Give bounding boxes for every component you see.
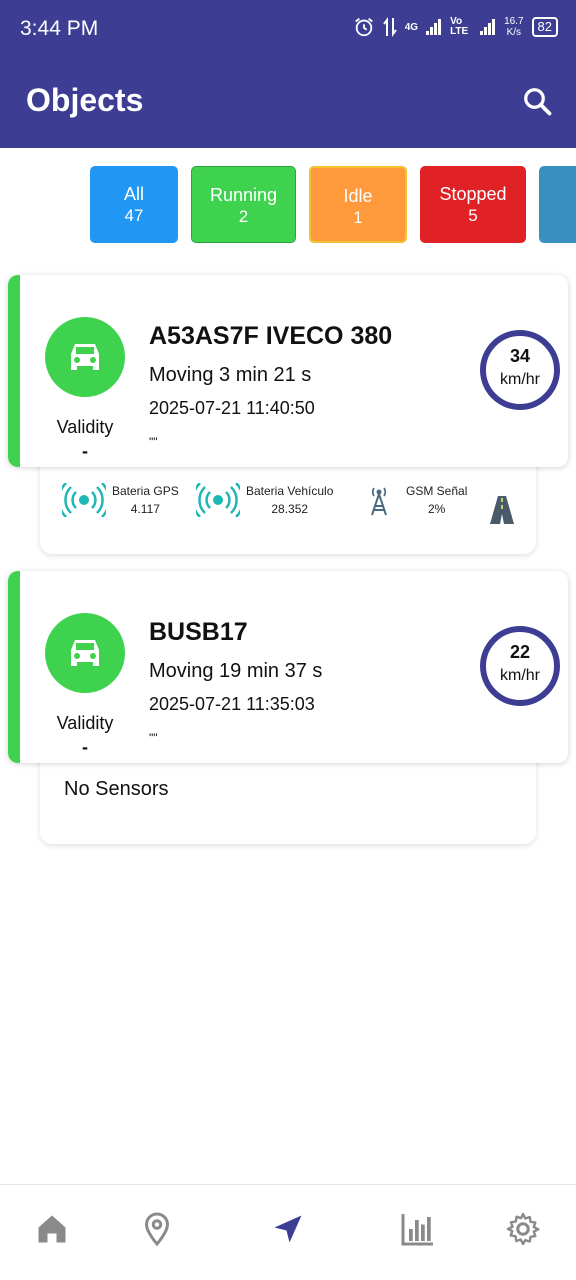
sensor-panel: Bateria GPS 4.117 Bateria Vehículo 28.35… xyxy=(40,460,536,554)
filter-idle-label: Idle xyxy=(343,186,373,206)
filter-idle[interactable]: Idle 1 xyxy=(309,166,407,243)
page-title: Objects xyxy=(26,82,144,118)
alarm-icon xyxy=(354,18,373,37)
vehicle-name: A53AS7F IVECO 380 xyxy=(149,322,393,350)
filter-next-partial[interactable] xyxy=(539,166,576,243)
status-indicator-bar xyxy=(8,275,20,467)
filter-running-label: Running xyxy=(209,185,278,205)
vehicle-note: "" xyxy=(149,435,158,449)
settings-gear-icon[interactable] xyxy=(505,1211,541,1247)
car-icon xyxy=(71,344,99,370)
validity-value: - xyxy=(82,737,88,757)
filter-all[interactable]: All 47 xyxy=(90,166,178,243)
speed-gauge: 22 km/hr xyxy=(480,626,560,706)
filter-all-count: 47 xyxy=(124,206,144,225)
filter-idle-count: 1 xyxy=(353,208,363,227)
filter-all-label: All xyxy=(123,184,144,204)
search-icon[interactable] xyxy=(522,86,552,116)
vehicle-card[interactable]: Validity - BUSB17 Moving 19 min 37 s 202… xyxy=(8,571,568,763)
validity-label: Validity xyxy=(56,417,114,437)
signal-broadcast-icon xyxy=(62,483,106,517)
bar-chart-icon[interactable] xyxy=(400,1211,436,1247)
sensor-text: GSM Señal 2% xyxy=(406,482,467,518)
sensor-label: GSM Señal xyxy=(406,484,468,498)
sensor-value: 2% xyxy=(428,502,446,516)
sensor-text: Bateria GPS 4.117 xyxy=(112,482,179,518)
status-indicator-bar xyxy=(8,571,20,763)
vehicle-note: "" xyxy=(149,731,158,745)
sensor-value: 28.352 xyxy=(271,502,309,516)
validity: Validity - xyxy=(38,415,132,463)
vehicle-avatar xyxy=(45,317,125,397)
status-time: 3:44 PM xyxy=(20,17,99,40)
vehicle-datetime: 2025-07-21 11:35:03 xyxy=(149,694,315,714)
validity-value: - xyxy=(82,441,88,461)
location-pin-icon[interactable] xyxy=(139,1211,175,1247)
sensor-item: Bateria Vehículo 28.352 xyxy=(196,482,333,518)
signal-broadcast-icon xyxy=(196,483,240,517)
network-type: 4G xyxy=(404,21,419,33)
bottom-navigation xyxy=(0,1184,576,1280)
signal-icon xyxy=(426,19,442,35)
vehicle-name: BUSB17 xyxy=(149,618,248,646)
filter-stopped[interactable]: Stopped 5 xyxy=(420,166,526,243)
speed-unit: km/hr xyxy=(500,667,540,684)
sensor-item: Bateria GPS 4.117 xyxy=(62,482,179,518)
no-sensors-text: No Sensors xyxy=(64,778,169,800)
speed-value: 34 xyxy=(509,346,531,366)
sensor-text: Bateria Vehículo 28.352 xyxy=(246,482,333,518)
speed-gauge: 34 km/hr xyxy=(480,330,560,410)
car-icon xyxy=(71,640,99,666)
sensor-value: 4.117 xyxy=(130,502,160,516)
speed-unit: km/hr xyxy=(500,371,540,388)
battery-icon: 82 xyxy=(531,17,558,37)
vehicle-datetime: 2025-07-21 11:40:50 xyxy=(149,398,315,418)
data-transfer-icon xyxy=(382,17,397,37)
road-icon xyxy=(490,496,514,524)
volte-label: Vo LTE xyxy=(450,16,469,37)
net-speed-unit: K/s xyxy=(506,27,522,38)
filter-stopped-label: Stopped xyxy=(439,184,507,204)
sensor-label: Bateria Vehículo xyxy=(246,484,334,498)
status-filters: All 47 Running 2 Idle 1 Stopped 5 xyxy=(0,150,576,260)
status-bar: 3:44 PM 4G Vo LTE 16.7 K/s 82 xyxy=(0,0,576,58)
filter-stopped-count: 5 xyxy=(468,206,478,225)
sensor-label: Bateria GPS xyxy=(112,484,179,498)
sensor-panel: No Sensors xyxy=(40,756,536,844)
vehicle-card[interactable]: Validity - A53AS7F IVECO 380 Moving 3 mi… xyxy=(8,275,568,467)
vehicle-status: Moving 19 min 37 s xyxy=(149,660,323,682)
net-speed-value: 16.7 xyxy=(504,16,524,27)
filter-running[interactable]: Running 2 xyxy=(191,166,296,243)
speed-value: 22 xyxy=(509,642,531,662)
net-speed: 16.7 K/s xyxy=(504,16,523,38)
validity-label: Validity xyxy=(56,713,114,733)
status-icons: 4G Vo LTE 16.7 K/s 82 xyxy=(353,16,558,38)
filter-running-count: 2 xyxy=(238,207,249,226)
app-bar: Objects xyxy=(0,58,576,148)
signal-icon-2 xyxy=(480,19,496,35)
sensor-item: GSM Señal 2% xyxy=(366,482,467,518)
navigation-arrow-icon[interactable] xyxy=(270,1211,306,1247)
validity: Validity - xyxy=(38,711,132,759)
home-icon[interactable] xyxy=(34,1211,70,1247)
cell-tower-icon xyxy=(371,487,387,516)
vehicle-status: Moving 3 min 21 s xyxy=(149,364,312,386)
vehicle-avatar xyxy=(45,613,125,693)
